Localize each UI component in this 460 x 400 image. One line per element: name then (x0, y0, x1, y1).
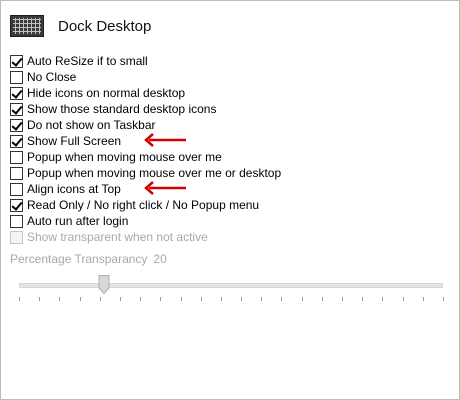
slider-tick (443, 297, 444, 301)
option-row[interactable]: Popup when moving mouse over me (10, 149, 281, 165)
red-arrow-icon (144, 181, 186, 195)
slider-tick (99, 297, 101, 301)
transparency-label: Percentage Transparancy (10, 252, 148, 266)
option-checkbox[interactable] (10, 182, 23, 196)
red-arrow-icon (144, 133, 186, 147)
option-label: Show Full Screen (27, 134, 122, 148)
option-checkbox[interactable] (10, 54, 23, 68)
option-label: Read Only / No right click / No Popup me… (27, 198, 260, 212)
option-checkbox[interactable] (10, 70, 23, 84)
app-title: Dock Desktop (58, 17, 152, 35)
option-row[interactable]: Auto run after login (10, 213, 281, 229)
option-label: Do not show on Taskbar (27, 118, 156, 132)
option-row[interactable]: Popup when moving mouse over me or deskt… (10, 165, 281, 181)
slider-tick (362, 297, 364, 301)
option-row[interactable]: Show those standard desktop icons (10, 101, 281, 117)
option-checkbox[interactable] (10, 198, 23, 212)
transparency-value: 20 (153, 252, 167, 266)
slider-tick (79, 297, 81, 301)
option-checkbox[interactable] (10, 150, 23, 164)
slider-tick (342, 297, 344, 301)
option-label: Popup when moving mouse over me (27, 150, 222, 164)
option-checkbox[interactable] (10, 102, 23, 116)
option-label: Popup when moving mouse over me or deskt… (27, 166, 282, 180)
slider-tick (281, 297, 283, 301)
option-row[interactable]: Hide icons on normal desktop (10, 85, 281, 101)
slider-tick (220, 297, 222, 301)
slider-thumb[interactable] (98, 275, 110, 294)
option-label: Show transparent when not active (27, 230, 208, 244)
slider-tick (59, 297, 61, 301)
option-checkbox[interactable] (10, 214, 23, 228)
slider-tick (301, 297, 303, 301)
option-row[interactable]: No Close (10, 69, 281, 85)
slider-tick (321, 297, 323, 301)
option-label: Hide icons on normal desktop (27, 86, 186, 100)
option-label: No Close (27, 70, 77, 84)
slider-tick (180, 297, 182, 301)
slider-track (19, 283, 443, 288)
option-label: Auto run after login (27, 214, 129, 228)
option-checkbox (10, 230, 23, 244)
desktop-grid-icon (10, 15, 44, 37)
slider-ticks (19, 297, 444, 302)
option-checkbox[interactable] (10, 86, 23, 100)
slider-tick (200, 297, 202, 301)
slider-tick (241, 297, 243, 301)
transparency-slider[interactable] (19, 275, 444, 303)
option-label: Show those standard desktop icons (27, 102, 217, 116)
options-list: Auto ReSize if to small No Close Hide icon… (10, 53, 281, 245)
slider-tick (160, 297, 162, 301)
slider-tick (261, 297, 263, 301)
settings-panel: Dock Desktop Auto ReSize if to small No C… (0, 0, 460, 400)
option-label: Auto ReSize if to small (27, 54, 148, 68)
transparency-label-row: Percentage Transparancy 20 (10, 252, 167, 266)
option-checkbox[interactable] (10, 166, 23, 180)
slider-tick (39, 297, 41, 301)
slider-tick (19, 297, 20, 301)
slider-tick (119, 297, 121, 301)
slider-tick (422, 297, 424, 301)
option-row: Show transparent when not active (10, 229, 281, 245)
panel-header: Dock Desktop (10, 15, 151, 37)
option-row[interactable]: Do not show on Taskbar (10, 117, 281, 133)
slider-tick (140, 297, 142, 301)
option-label: Align icons at Top (27, 182, 121, 196)
slider-tick (402, 297, 404, 301)
option-row[interactable]: Read Only / No right click / No Popup me… (10, 197, 281, 213)
slider-tick (382, 297, 384, 301)
option-row[interactable]: Auto ReSize if to small (10, 53, 281, 69)
option-checkbox[interactable] (10, 118, 23, 132)
option-checkbox[interactable] (10, 134, 23, 148)
